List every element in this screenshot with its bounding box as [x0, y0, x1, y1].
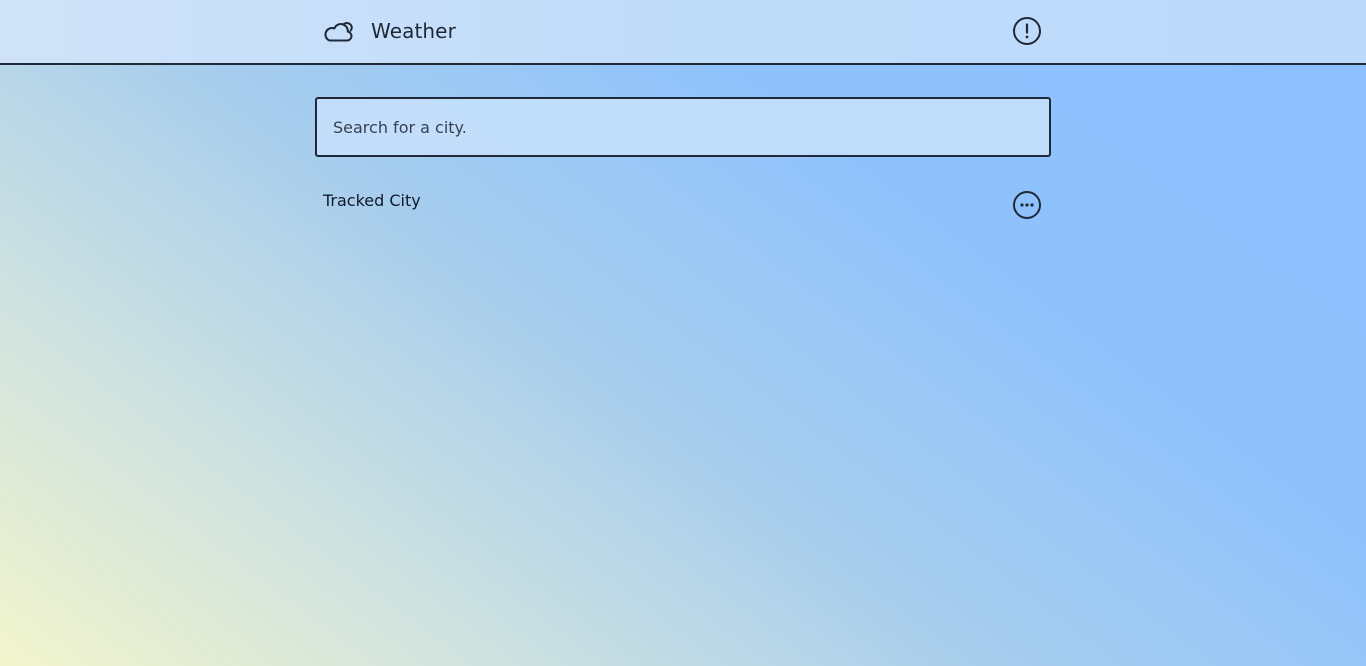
header-content: Weather	[315, 0, 1051, 63]
app-title: Weather	[371, 19, 456, 43]
cloud-sun-icon	[323, 16, 355, 46]
tracked-city-row[interactable]: Tracked City	[315, 185, 1051, 225]
info-icon[interactable]	[1012, 16, 1042, 46]
more-options-icon[interactable]	[1012, 190, 1042, 220]
search-input[interactable]	[317, 99, 1049, 155]
tracked-city-label: Tracked City	[323, 191, 421, 210]
search-box	[315, 97, 1051, 157]
app-header: Weather	[0, 0, 1366, 65]
